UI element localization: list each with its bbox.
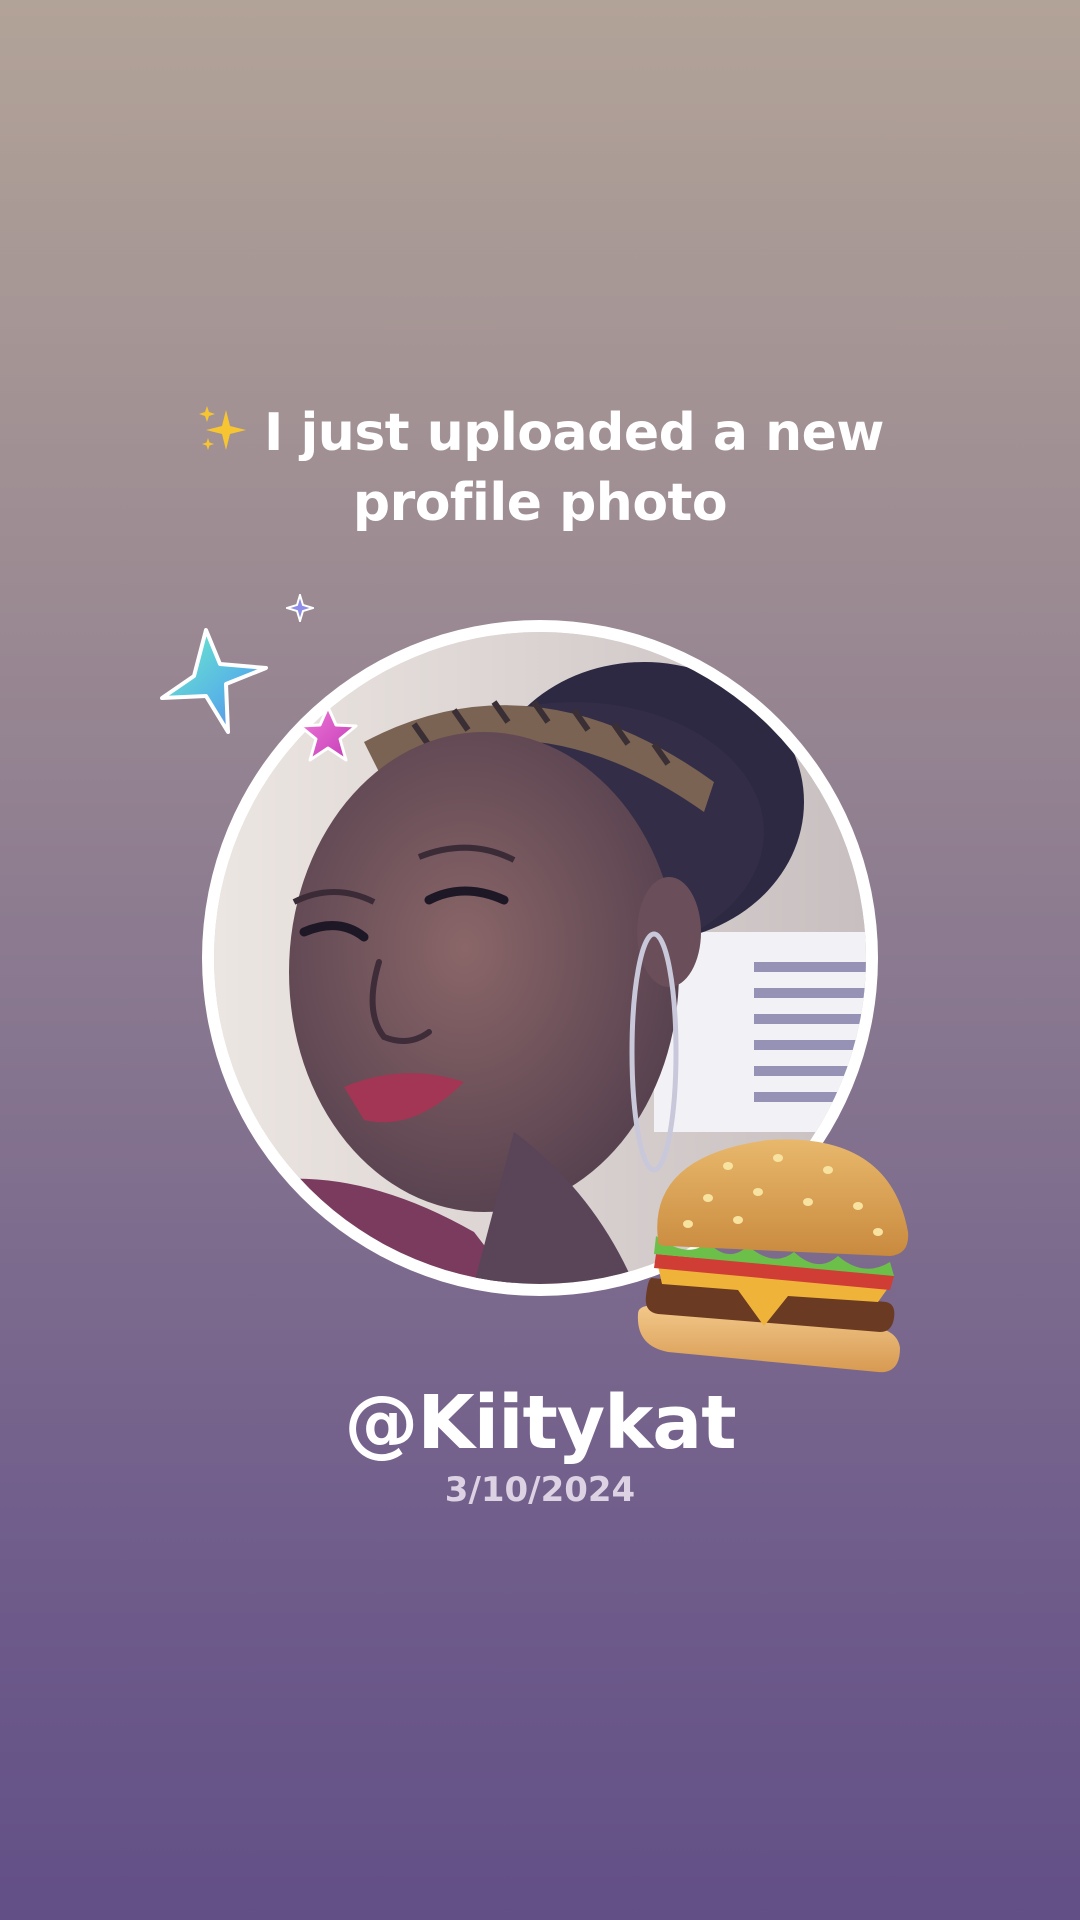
hamburger-icon	[637, 1139, 909, 1373]
teal-star-icon	[160, 628, 268, 734]
username[interactable]: @Kiitykat	[0, 1378, 1080, 1468]
pink-star-icon	[298, 705, 358, 762]
post-date: 3/10/2024	[444, 1470, 636, 1510]
sparkles-icon	[199, 406, 247, 450]
headline-line-2: profile photo	[352, 473, 728, 533]
small-purple-star-icon	[286, 594, 314, 622]
headline: I just uploaded a new profile photo	[120, 398, 960, 538]
headline-text-1: I just uploaded a new	[264, 403, 884, 463]
headline-line-1: I just uploaded a new	[120, 398, 960, 468]
